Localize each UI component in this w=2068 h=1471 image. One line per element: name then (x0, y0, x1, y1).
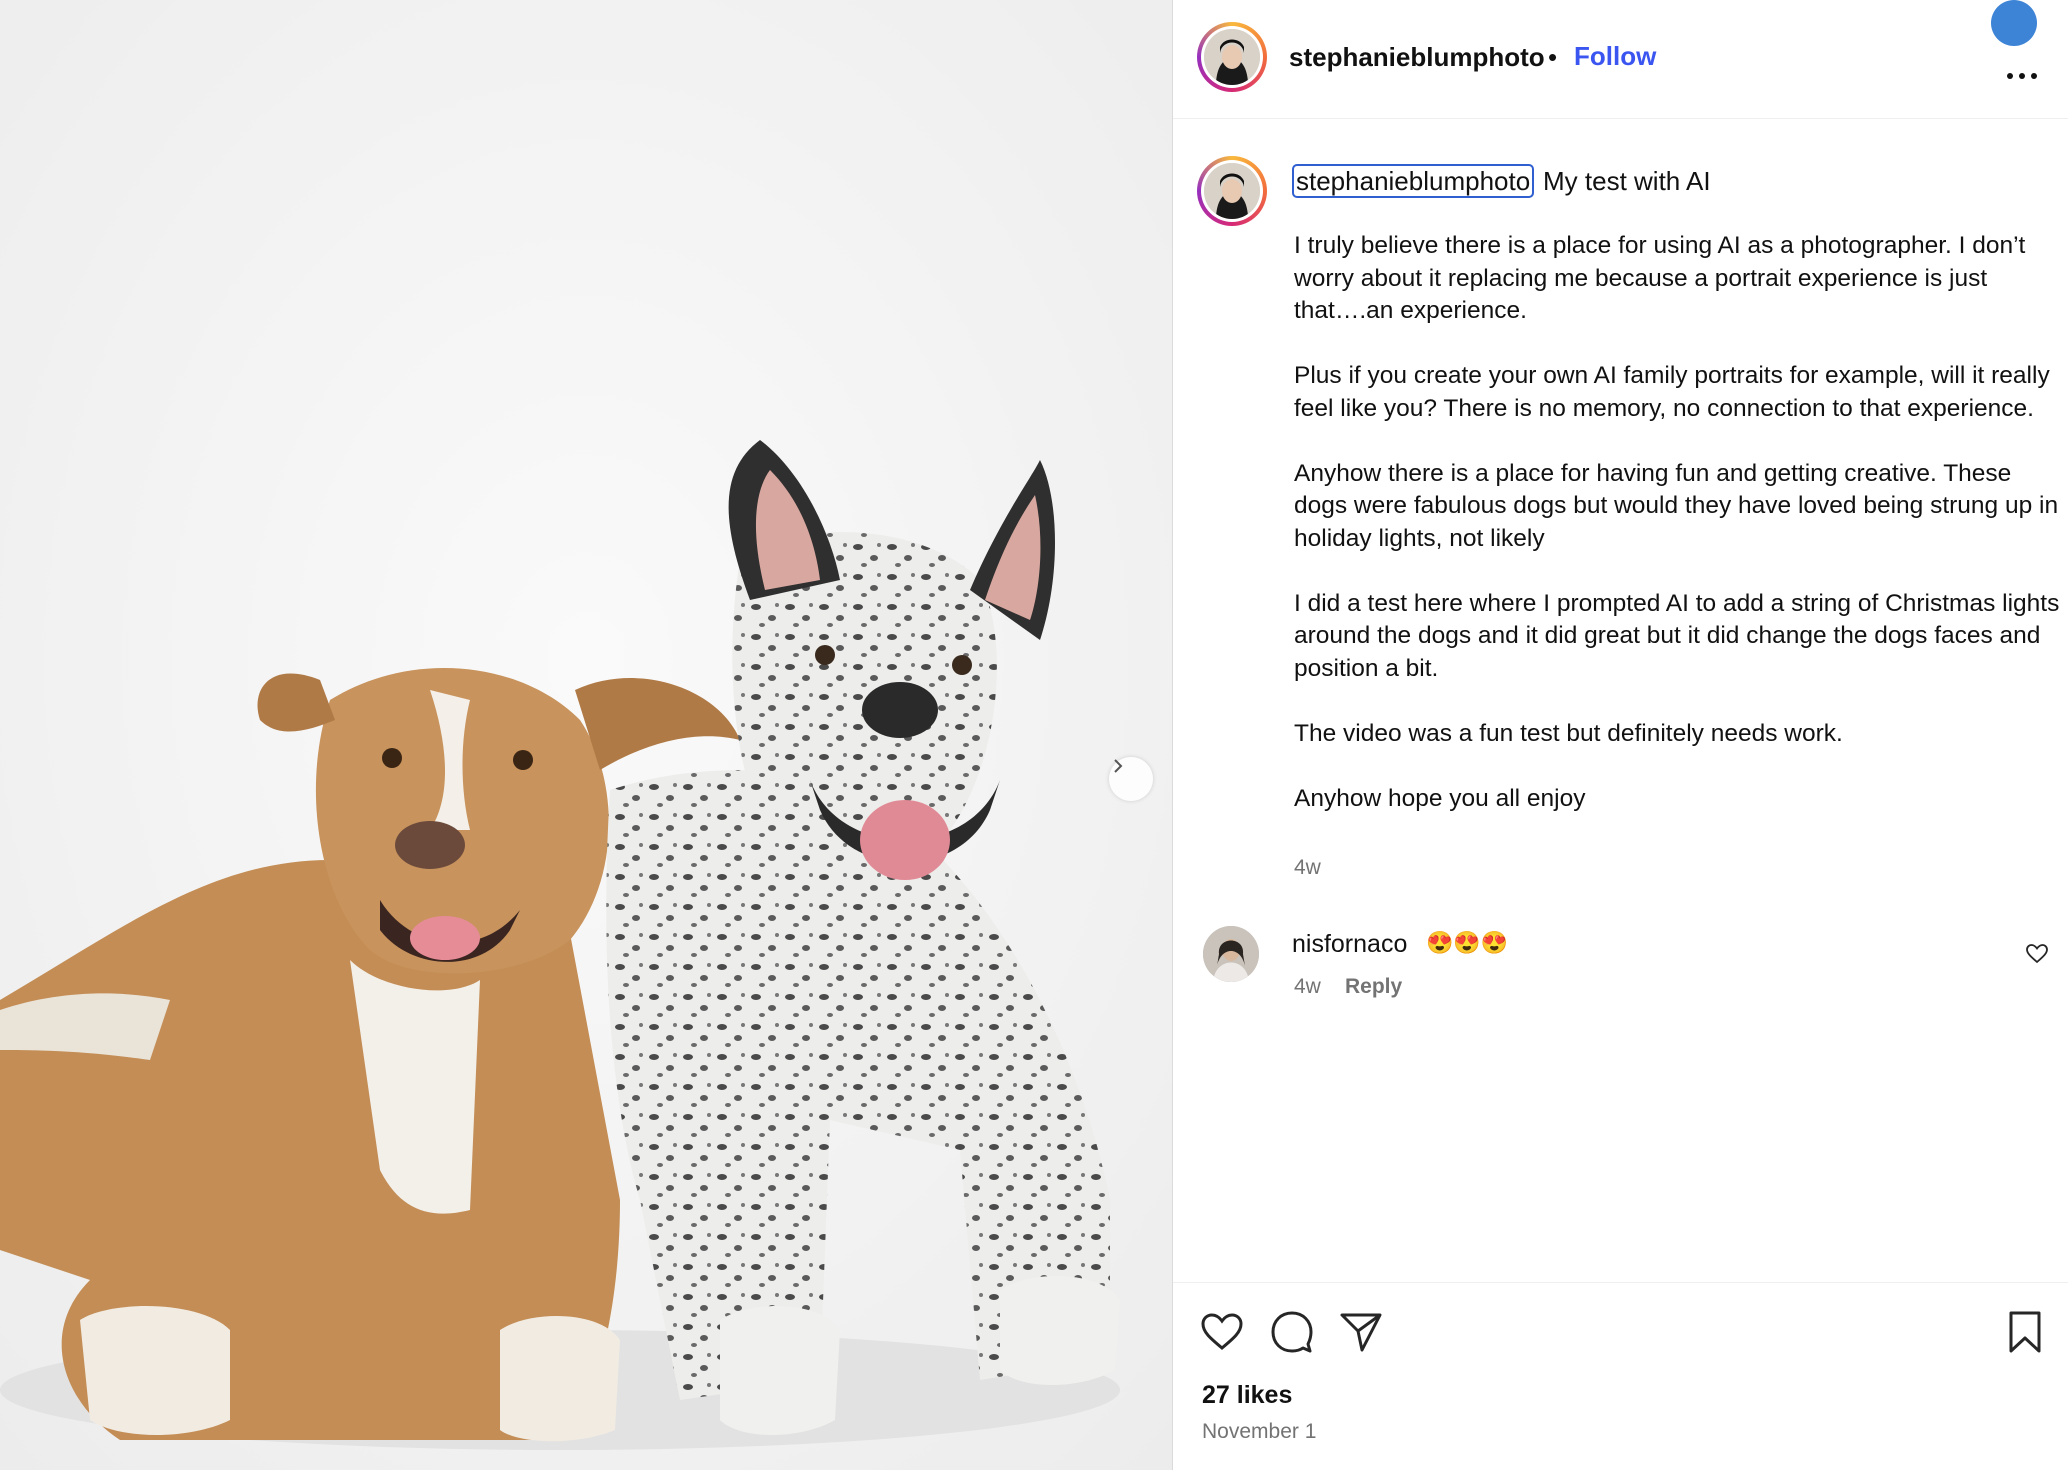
post-media[interactable] (0, 0, 1172, 1470)
post-header: stephanieblumphoto • Follow (1173, 0, 2068, 119)
separator-dot: • (1548, 42, 1558, 72)
more-options-icon[interactable] (2005, 66, 2039, 86)
post-details-panel: stephanieblumphoto • Follow stephanieblu… (1173, 0, 2068, 1470)
caption-text: I truly believe there is a place for usi… (1294, 230, 2064, 815)
caption-paragraph: I truly believe there is a place for usi… (1294, 232, 2026, 324)
likes-count[interactable]: 27 likes (1202, 1381, 1292, 1410)
bookmark-icon[interactable] (2002, 1309, 2048, 1355)
heart-icon[interactable] (2025, 942, 2049, 966)
caption-username[interactable]: stephanieblumphoto (1292, 164, 1535, 198)
caption-paragraph: I did a test here where I prompted AI to… (1294, 589, 2060, 682)
comment-timestamp[interactable]: 4w (1294, 975, 1321, 999)
caption-timestamp[interactable]: 4w (1294, 856, 1321, 880)
reply-button[interactable]: Reply (1345, 975, 1402, 999)
caption-title: My test with AI (1543, 166, 1711, 196)
comment-icon[interactable] (1269, 1309, 1315, 1355)
caption-avatar[interactable] (1197, 156, 1267, 226)
author-username[interactable]: stephanieblumphoto (1289, 42, 1545, 73)
commenter-avatar[interactable] (1203, 926, 1259, 982)
caption-avatar-image (1204, 163, 1260, 219)
comment-item: nisfornaco 😍😍😍 4w Reply (1173, 920, 2068, 1010)
share-icon[interactable] (1338, 1309, 1384, 1355)
extension-icon[interactable] (1991, 0, 2037, 46)
caption-paragraph: Plus if you create your own AI family po… (1294, 362, 2050, 422)
comment-text: 😍😍😍 (1426, 930, 1509, 955)
caption-paragraph: Anyhow hope you all enjoy (1294, 784, 1586, 812)
commenter-avatar-image (1203, 926, 1259, 982)
chevron-right-icon (1114, 759, 1123, 773)
author-avatar-image (1204, 29, 1260, 85)
author-avatar[interactable] (1197, 22, 1267, 92)
caption-paragraph: Anyhow there is a place for having fun a… (1294, 459, 2059, 552)
next-photo-button[interactable] (1109, 757, 1153, 801)
comment-username[interactable]: nisfornaco (1292, 930, 1407, 959)
follow-button[interactable]: Follow (1574, 41, 1656, 72)
caption-paragraph: The video was a fun test but definitely … (1294, 719, 1843, 747)
heart-icon[interactable] (1199, 1309, 1245, 1355)
action-bar: 27 likes November 1 (1173, 1282, 2068, 1471)
post-date[interactable]: November 1 (1202, 1420, 1316, 1444)
post-photo (0, 0, 1172, 1470)
